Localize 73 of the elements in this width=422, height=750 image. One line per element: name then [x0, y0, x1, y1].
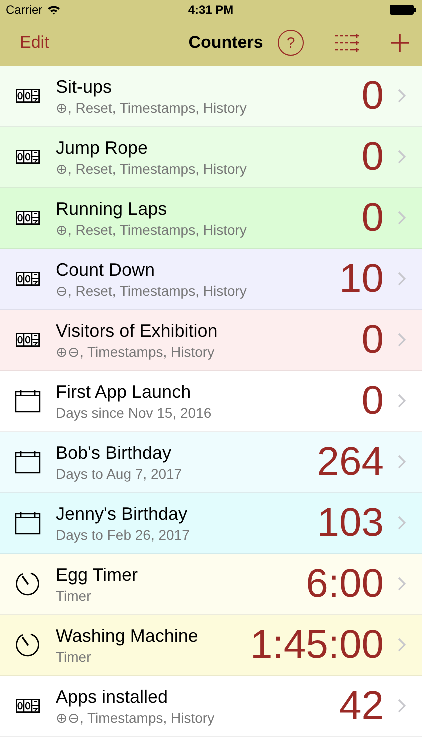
- counter-icon: [16, 211, 40, 225]
- row-title: Jump Rope: [56, 138, 150, 158]
- chevron-icon: [398, 272, 406, 286]
- counter-row[interactable]: Washing Machine Timer 1:45:00: [0, 615, 422, 676]
- row-title: Sit-ups: [56, 76, 114, 98]
- timer-icon: [15, 571, 41, 597]
- row-subtitle: ⊕, Reset, Timestamps, History: [56, 100, 248, 116]
- counter-row[interactable]: Running Laps ⊕, Reset, Timestamps, History 0: [0, 188, 422, 249]
- counter-row[interactable]: Sit-ups ⊕, Reset, Timestamps, History 0: [0, 66, 422, 127]
- counter-icon: [16, 333, 40, 347]
- chevron-icon: [398, 89, 406, 103]
- counter-row[interactable]: Bob's Birthday Days to Aug 7, 2017 264: [0, 432, 422, 493]
- counter-row[interactable]: Count Down ⊖, Reset, Timestamps, History 10: [0, 249, 422, 310]
- chevron-icon: [398, 638, 406, 652]
- row-title: Washing Machine: [56, 626, 200, 646]
- counter-value: 42: [340, 684, 384, 728]
- row-title: Visitors of Exhibition: [56, 320, 219, 342]
- row-subtitle: Days since Nov 15, 2016: [56, 404, 213, 420]
- row-title: Apps installed: [56, 686, 170, 708]
- timer-icon: [15, 632, 41, 658]
- chevron-icon: [398, 699, 406, 713]
- counter-value: 264: [317, 440, 384, 484]
- edit-button[interactable]: Edit: [20, 33, 50, 53]
- add-icon[interactable]: [390, 33, 410, 53]
- row-subtitle: ⊕, Reset, Timestamps, History: [56, 222, 248, 238]
- row-subtitle: ⊕⊖, Timestamps, History: [56, 710, 216, 726]
- row-title: Count Down: [56, 260, 156, 280]
- counter-value: 103: [317, 500, 384, 546]
- chevron-icon: [398, 150, 406, 164]
- nav-title: Counters: [188, 33, 264, 53]
- row-subtitle: Days to Feb 26, 2017: [56, 526, 191, 542]
- chevron-icon: [398, 333, 406, 347]
- row-subtitle: ⊖, Reset, Timestamps, History: [56, 282, 248, 298]
- counter-value: 6:00: [306, 562, 384, 606]
- counter-row[interactable]: Egg Timer Timer 6:00: [0, 554, 422, 615]
- counter-icon: [16, 150, 40, 164]
- counter-icon: [16, 272, 40, 286]
- counter-icon: [16, 699, 40, 713]
- counter-value: 0: [362, 196, 384, 240]
- counter-value: 0: [362, 318, 384, 362]
- calendar-icon: [15, 511, 41, 535]
- chevron-icon: [398, 516, 406, 530]
- chevron-icon: [398, 394, 406, 408]
- row-title: First App Launch: [56, 382, 192, 402]
- row-title: Bob's Birthday: [56, 442, 172, 464]
- counter-row[interactable]: Jump Rope ⊕, Reset, Timestamps, History 0: [0, 127, 422, 188]
- counter-value: 10: [340, 256, 384, 302]
- chevron-icon: [398, 211, 406, 225]
- row-title: Jenny's Birthday: [56, 504, 189, 524]
- counter-icon: [16, 89, 40, 103]
- help-button[interactable]: ?: [278, 30, 304, 56]
- carrier-label: Carrier: [6, 3, 43, 17]
- list-icon[interactable]: [334, 33, 360, 53]
- row-title: Egg Timer: [56, 564, 140, 586]
- battery-icon: [390, 5, 416, 15]
- row-title: Running Laps: [56, 198, 168, 220]
- chevron-icon: [398, 577, 406, 591]
- chevron-icon: [398, 455, 406, 469]
- counter-row[interactable]: Jenny's Birthday Days to Feb 26, 2017 103: [0, 493, 422, 554]
- status-time: 4:31 PM: [188, 3, 234, 17]
- row-subtitle: ⊕, Reset, Timestamps, History: [56, 160, 248, 176]
- row-subtitle: Timer: [56, 648, 92, 664]
- counter-value: 0: [362, 378, 384, 424]
- row-subtitle: Timer: [56, 588, 92, 604]
- calendar-icon: [15, 450, 41, 474]
- row-subtitle: ⊕⊖, Timestamps, History: [56, 344, 216, 360]
- counter-value: 0: [362, 74, 384, 118]
- calendar-icon: [15, 389, 41, 413]
- counter-value: 1:45:00: [250, 622, 384, 668]
- counter-value: 0: [362, 134, 384, 180]
- counter-row[interactable]: Visitors of Exhibition ⊕⊖, Timestamps, History 0: [0, 310, 422, 371]
- wifi-icon: [46, 5, 61, 15]
- row-subtitle: Days to Aug 7, 2017: [56, 466, 184, 482]
